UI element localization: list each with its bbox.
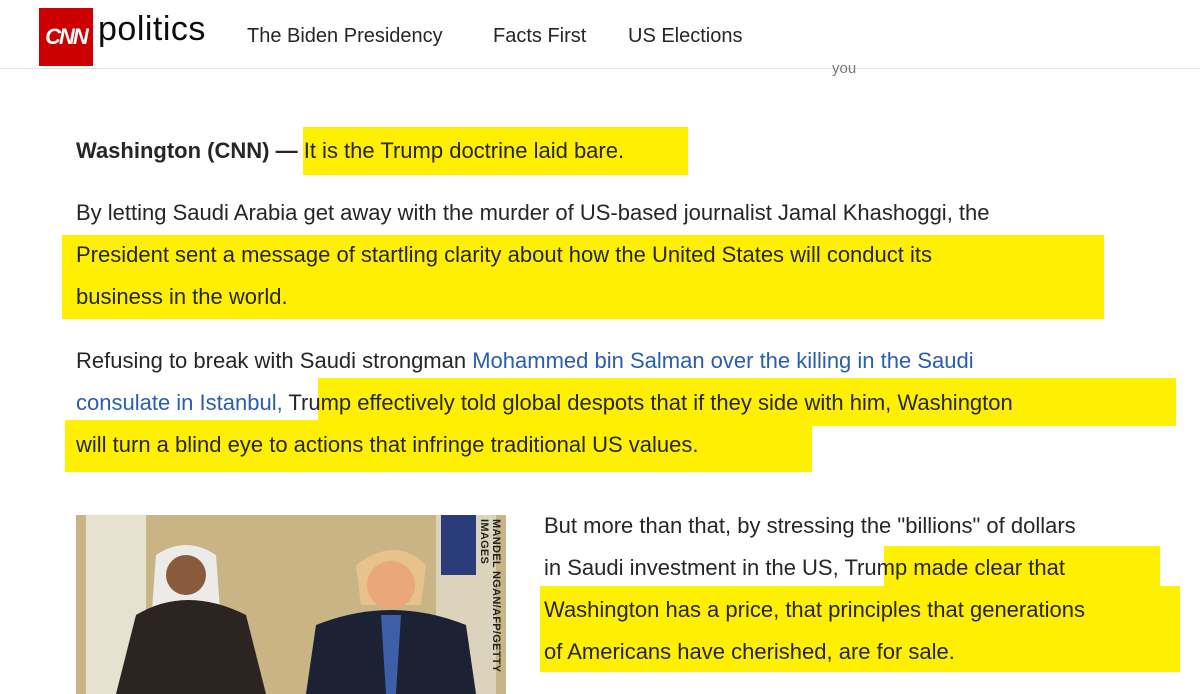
logo-text: CNN bbox=[45, 24, 89, 49]
article-photo[interactable]: MANDEL NGAN/AFP/GETTY IMAGES bbox=[76, 515, 506, 694]
cnn-logo[interactable]: CNN bbox=[39, 8, 93, 66]
paragraph-4: But more than that, by stressing the "bi… bbox=[544, 505, 1184, 673]
p4-line-2-plain: in Saudi investment in the US, bbox=[544, 555, 845, 580]
p3-link-mbs[interactable]: Mohammed bin Salman over the killing in … bbox=[472, 348, 973, 373]
p4-line-3: Washington has a price, that principles … bbox=[544, 597, 1085, 622]
p3-line-3: will turn a blind eye to actions that in… bbox=[76, 432, 699, 457]
nav-link-biden-presidency[interactable]: The Biden Presidency bbox=[247, 25, 443, 48]
p4-line-2-hl: Trump made clear that bbox=[844, 555, 1065, 580]
p1-text: It is the Trump doctrine laid bare. bbox=[303, 138, 625, 163]
photo-credit: MANDEL NGAN/AFP/GETTY IMAGES bbox=[478, 519, 502, 673]
p3-line-2: Trump effectively told global despots th… bbox=[288, 390, 1013, 415]
paragraph-2: By letting Saudi Arabia get away with th… bbox=[76, 192, 1176, 318]
cut-off-text: you bbox=[832, 60, 857, 77]
photo-illustration bbox=[76, 515, 506, 694]
top-navbar: CNN politics The Biden Presidency Facts … bbox=[0, 0, 1200, 69]
paragraph-1: Washington (CNN) — It is the Trump doctr… bbox=[76, 130, 1176, 172]
dateline: Washington (CNN) — bbox=[76, 138, 298, 163]
p4-line-4: of Americans have cherished, are for sal… bbox=[544, 639, 955, 664]
paragraph-3: Refusing to break with Saudi strongman M… bbox=[76, 340, 1176, 466]
p4-line-1: But more than that, by stressing the "bi… bbox=[544, 513, 1076, 538]
p3-text: Refusing to break with Saudi strongman bbox=[76, 348, 473, 373]
p3-link-consulate[interactable]: consulate in Istanbul, bbox=[76, 390, 283, 415]
nav-link-facts-first[interactable]: Facts First bbox=[493, 25, 586, 48]
p2-line-1: By letting Saudi Arabia get away with th… bbox=[76, 200, 990, 225]
section-name[interactable]: politics bbox=[98, 10, 206, 49]
p2-line-3: business in the world. bbox=[76, 284, 288, 309]
p2-line-2: President sent a message of startling cl… bbox=[76, 242, 932, 267]
nav-link-us-elections[interactable]: US Elections bbox=[628, 25, 743, 48]
